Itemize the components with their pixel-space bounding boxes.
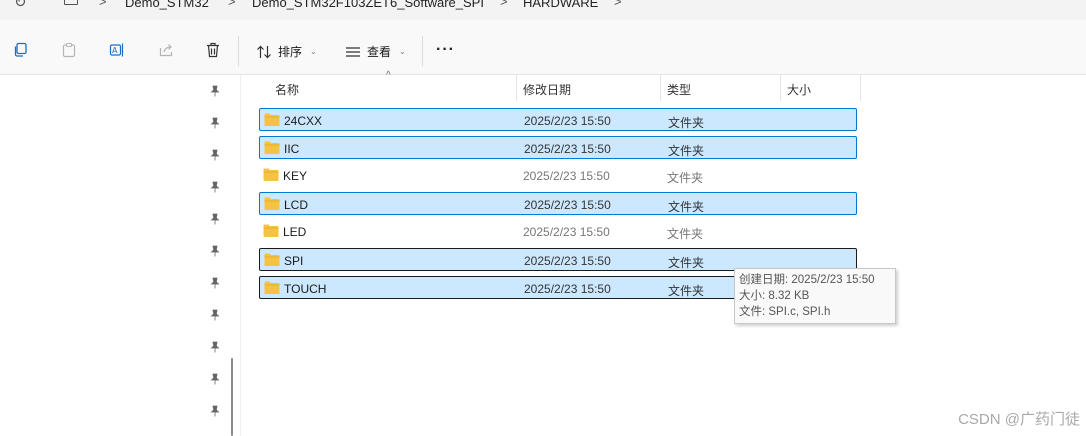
chevron-right-icon[interactable]: >	[500, 0, 508, 9]
folder-icon	[264, 141, 280, 154]
chevron-right-icon[interactable]: >	[228, 0, 236, 9]
file-name: LCD	[284, 198, 309, 212]
file-type: 文件夹	[667, 171, 704, 185]
folder-icon	[264, 113, 280, 126]
pin-icon[interactable]	[209, 85, 221, 97]
copy-icon[interactable]	[13, 42, 29, 58]
file-date: 2025/2/23 15:50	[524, 142, 611, 156]
pin-icon[interactable]	[209, 117, 221, 129]
pin-icon[interactable]	[209, 245, 221, 257]
file-row[interactable]: LCD 2025/2/23 15:50 文件夹	[259, 192, 857, 215]
file-type: 文件夹	[667, 227, 704, 241]
column-header-type[interactable]: 类型	[667, 81, 691, 98]
column-divider[interactable]	[860, 75, 861, 101]
file-tooltip: 创建日期: 2025/2/23 15:50 大小: 8.32 KB 文件: SP…	[734, 268, 896, 324]
pane-divider	[240, 75, 241, 436]
pin-icon[interactable]	[209, 181, 221, 193]
column-divider[interactable]	[780, 75, 781, 101]
tooltip-created: 创建日期: 2025/2/23 15:50	[739, 274, 875, 286]
file-type: 文件夹	[668, 284, 705, 298]
pin-icon[interactable]	[209, 373, 221, 385]
chevron-down-icon: ⌄	[310, 47, 317, 56]
folder-icon	[263, 168, 279, 181]
navigation-scrollbar[interactable]	[231, 358, 233, 436]
sort-icon	[257, 45, 271, 58]
file-name: TOUCH	[284, 282, 327, 296]
folder-icon	[263, 224, 279, 237]
file-name: KEY	[283, 169, 308, 183]
view-button[interactable]: 查看 ⌄	[345, 43, 406, 60]
file-name: IIC	[284, 142, 300, 156]
tooltip-size: 大小: 8.32 KB	[739, 290, 810, 302]
file-row[interactable]: IIC 2025/2/23 15:50 文件夹	[259, 136, 857, 159]
more-options-button[interactable]: ···	[436, 41, 455, 59]
paste-icon[interactable]	[61, 42, 77, 58]
command-bar: A 排序 ⌄ 查看 ⌄ ···	[0, 20, 1086, 75]
file-type: 文件夹	[668, 144, 705, 158]
chevron-right-icon[interactable]: >	[99, 0, 107, 9]
svg-text:A: A	[112, 46, 118, 55]
rename-icon[interactable]: A	[109, 42, 125, 58]
folder-icon	[264, 253, 280, 266]
file-name: SPI	[284, 254, 304, 268]
delete-icon[interactable]	[205, 42, 221, 58]
file-date: 2025/2/23 15:50	[523, 225, 610, 239]
pin-icon[interactable]	[209, 277, 221, 289]
this-pc-icon[interactable]	[64, 0, 78, 5]
share-icon[interactable]	[158, 42, 174, 58]
file-type: 文件夹	[668, 200, 705, 214]
view-label: 查看	[367, 45, 392, 59]
breadcrumb-software-spi[interactable]: Demo_STM32F103ZET6_Software_SPI	[252, 0, 484, 10]
file-type: 文件夹	[668, 116, 705, 130]
column-header-date[interactable]: 修改日期	[523, 81, 571, 98]
sort-button[interactable]: 排序 ⌄	[256, 43, 317, 60]
file-date: 2025/2/23 15:50	[524, 114, 611, 128]
chevron-right-icon[interactable]: >	[614, 0, 622, 9]
navigation-pane	[0, 75, 240, 436]
toolbar-divider	[238, 36, 239, 66]
column-header-name[interactable]: 名称	[275, 81, 299, 98]
file-row[interactable]: 24CXX 2025/2/23 15:50 文件夹	[259, 108, 857, 131]
chevron-down-icon: ⌄	[399, 47, 406, 56]
column-divider[interactable]	[660, 75, 661, 101]
file-date: 2025/2/23 15:50	[523, 169, 610, 183]
file-type: 文件夹	[668, 256, 705, 270]
file-row[interactable]: LED 2025/2/23 15:50 文件夹	[259, 220, 857, 243]
pin-icon[interactable]	[209, 309, 221, 321]
file-row[interactable]: KEY 2025/2/23 15:50 文件夹	[259, 164, 857, 187]
column-header-size[interactable]: 大小	[787, 81, 811, 98]
tooltip-files: 文件: SPI.c, SPI.h	[739, 306, 831, 318]
column-divider[interactable]	[516, 75, 517, 101]
folder-icon	[264, 197, 280, 210]
sort-label: 排序	[278, 45, 303, 59]
file-date: 2025/2/23 15:50	[524, 198, 611, 212]
file-name: 24CXX	[284, 114, 323, 128]
breadcrumb-demo-stm32[interactable]: Demo_STM32	[125, 0, 209, 10]
watermark: CSDN @广药门徒	[958, 411, 1080, 428]
file-date: 2025/2/23 15:50	[524, 282, 611, 296]
folder-icon	[264, 281, 280, 294]
pin-icon[interactable]	[209, 405, 221, 417]
toolbar-divider	[422, 36, 423, 66]
file-name: LED	[283, 225, 307, 239]
breadcrumb-hardware[interactable]: HARDWARE	[523, 0, 598, 10]
pin-icon[interactable]	[209, 341, 221, 353]
refresh-icon[interactable]: ↻	[14, 0, 27, 11]
view-list-icon	[346, 46, 360, 57]
sort-ascending-icon: ^	[386, 70, 391, 81]
file-date: 2025/2/23 15:50	[524, 254, 611, 268]
pin-icon[interactable]	[209, 149, 221, 161]
address-bar: ↻ > Demo_STM32 > Demo_STM32F103ZET6_Soft…	[0, 0, 1086, 20]
pin-icon[interactable]	[209, 213, 221, 225]
